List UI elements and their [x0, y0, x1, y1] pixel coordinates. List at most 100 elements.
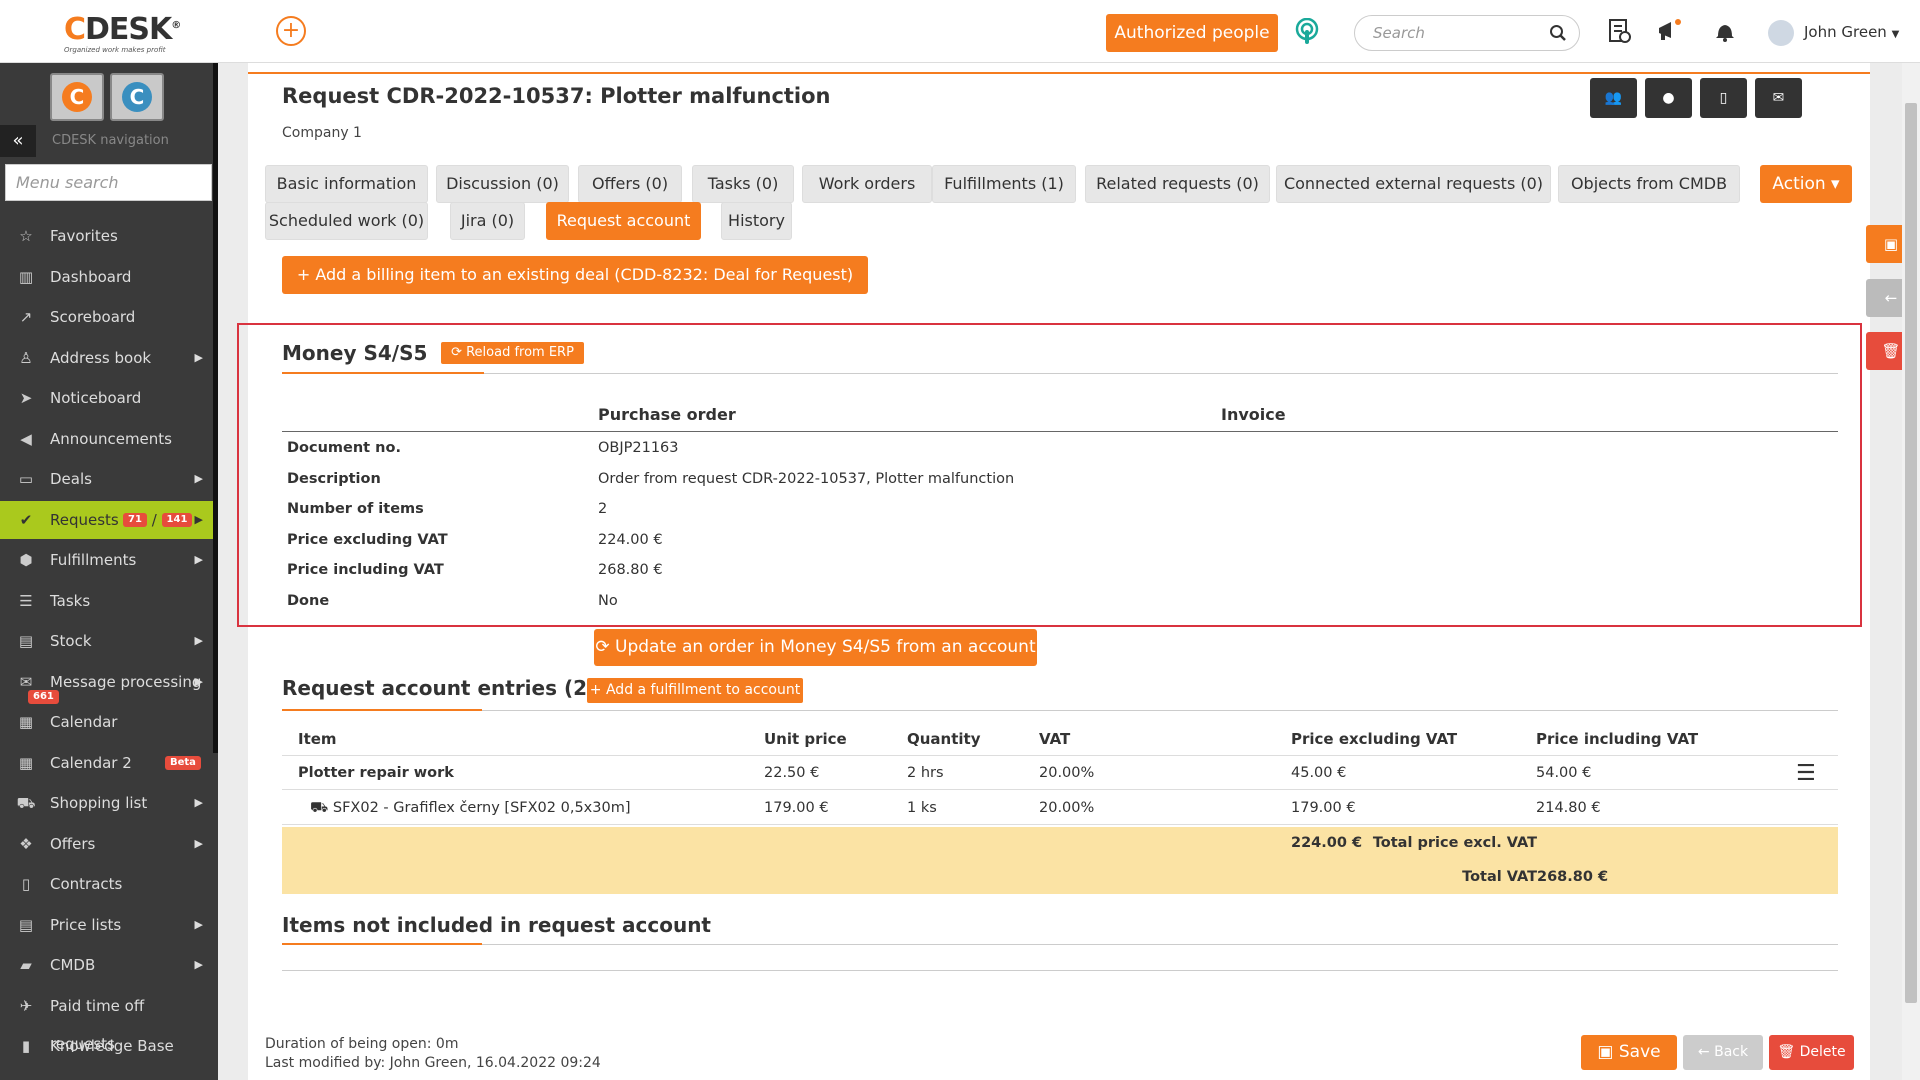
app-switch-secondary[interactable]: C — [110, 73, 164, 121]
sidebar-item-shopping-list[interactable]: ⛟ Shopping list ▶ — [0, 784, 213, 822]
entries-divider — [282, 709, 1838, 711]
row-menu-icon[interactable]: ☰ — [1796, 761, 1816, 786]
chevron-right-icon: ▶ — [194, 958, 203, 971]
sidebar-scrollbar[interactable] — [213, 63, 218, 753]
collapse-sidebar-button[interactable]: « — [0, 125, 36, 157]
entries-header-line — [282, 755, 1838, 756]
money-row-label: Price including VAT — [287, 562, 444, 578]
column-header: Quantity — [907, 730, 981, 748]
add-billing-item-button[interactable]: + Add a billing item to an existing deal… — [282, 256, 868, 294]
sidebar-item-label: CMDB — [50, 956, 96, 974]
sidebar-item-message-processing[interactable]: ✉ Message processing 661 ▶ — [0, 663, 213, 704]
sidebar-item-noticeboard[interactable]: ➤ Noticeboard — [0, 379, 213, 417]
page-scrollbar[interactable] — [1902, 63, 1920, 1080]
money-row-label: Done — [287, 592, 330, 609]
search-icon[interactable] — [1549, 24, 1567, 42]
row-divider — [282, 824, 1838, 825]
file-text-icon: ▤ — [18, 915, 34, 934]
sidebar-item-address-book[interactable]: ♙ Address book ▶ — [0, 339, 213, 377]
sidebar-item-label: Announcements — [50, 429, 172, 448]
tab-work-orders[interactable]: Work orders — [802, 165, 932, 203]
sidebar-item-favorites[interactable]: ☆ Favorites — [0, 217, 213, 255]
top-bar: CDESK® Organized work makes profit + Aut… — [0, 0, 1920, 63]
megaphone-icon: ◀ — [20, 429, 32, 448]
page-title: Request CDR-2022-10537: Plotter malfunct… — [282, 84, 831, 108]
sidebar-item-label: Dashboard — [50, 267, 132, 286]
app-switch-cdesk[interactable]: C — [50, 73, 104, 121]
podcast-icon[interactable] — [1294, 18, 1320, 46]
chevron-right-icon: ▶ — [194, 917, 203, 931]
tab-request-account[interactable]: Request account — [546, 202, 701, 240]
cell-item: ⛟ SFX02 - Grafiflex černy [SFX02 0,5x30m… — [310, 800, 631, 816]
column-header: Price excluding VAT — [1291, 730, 1458, 748]
authorized-people-button[interactable]: Authorized people — [1106, 14, 1278, 52]
column-header: Unit price — [764, 730, 847, 748]
sidebar-item-label: Stock — [50, 632, 92, 650]
tasks-icon: ☰ — [19, 591, 33, 610]
quick-add-button[interactable]: + — [276, 16, 306, 46]
mobile-button[interactable]: ▯ — [1700, 78, 1747, 118]
group-button[interactable]: 👥 — [1590, 78, 1637, 118]
search-input[interactable]: Search — [1354, 15, 1580, 51]
tab-jira-0[interactable]: Jira (0) — [450, 202, 525, 240]
tab-basic-information[interactable]: Basic information — [265, 165, 428, 203]
megaphone-icon[interactable] — [1656, 18, 1682, 44]
cell-vat: 20.00% — [1039, 800, 1095, 816]
tab-scheduled-work-0[interactable]: Scheduled work (0) — [265, 202, 428, 240]
sidebar-item-knowledge-base[interactable]: ▮ Knowledge Base — [0, 1027, 213, 1065]
add-fulfillment-button[interactable]: + Add a fulfillment to account — [587, 678, 803, 703]
sidebar-item-dashboard[interactable]: ▥ Dashboard — [0, 258, 213, 296]
sidebar-item-stock[interactable]: ▤ Stock ▶ — [0, 622, 213, 660]
save-button[interactable]: ▣ Save — [1581, 1035, 1677, 1070]
bell-icon[interactable] — [1712, 18, 1738, 44]
requests-badges: 71 / 141 — [123, 501, 193, 539]
tab-tasks-0[interactable]: Tasks (0) — [692, 165, 794, 203]
contact-button[interactable]: ● — [1645, 78, 1692, 118]
user-icon: ● — [1662, 90, 1675, 106]
tab-fulfillments-1[interactable]: Fulfillments (1) — [932, 165, 1076, 203]
sidebar-item-scoreboard[interactable]: ↗ Scoreboard — [0, 298, 213, 336]
tab-history[interactable]: History — [721, 202, 792, 240]
sidebar-item-offers[interactable]: ❖ Offers ▶ — [0, 825, 213, 863]
sidebar-item-cmdb[interactable]: ▰ CMDB ▶ — [0, 946, 213, 984]
sidebar-item-fulfillments[interactable]: ⬢ Fulfillments ▶ — [0, 541, 213, 579]
money-divider — [282, 372, 1838, 374]
sidebar-item-announcements[interactable]: ◀ Announcements — [0, 420, 213, 458]
back-button[interactable]: ← Back — [1683, 1035, 1763, 1070]
action-dropdown-button[interactable]: Action ▾ — [1760, 165, 1852, 203]
archive-icon: ▤ — [18, 632, 34, 650]
cart-icon: ⛟ — [310, 800, 333, 816]
tab-connected-external-requests-0[interactable]: Connected external requests (0) — [1276, 165, 1551, 203]
sidebar-item-deals[interactable]: ▭ Deals ▶ — [0, 460, 213, 498]
delete-button[interactable]: 🗑 Delete — [1769, 1035, 1854, 1070]
update-order-button[interactable]: ⟳ Update an order in Money S4/S5 from an… — [594, 629, 1037, 666]
sidebar-item-requests[interactable]: ✔ Requests 71 / 141 ▶ — [0, 500, 213, 539]
company-name: Company 1 — [282, 125, 362, 141]
tab-related-requests-0[interactable]: Related requests (0) — [1085, 165, 1270, 203]
user-menu[interactable]: John Green ▼ — [1768, 18, 1899, 46]
sidebar-item-paid-time-off-requests[interactable]: ✈ Paid time off requests — [0, 987, 213, 1053]
tab-offers-0[interactable]: Offers (0) — [578, 165, 682, 203]
reload-from-erp-button[interactable]: ⟳ Reload from ERP — [441, 342, 584, 364]
sidebar-item-calendar[interactable]: ▦ Calendar — [0, 703, 213, 741]
email-button[interactable]: ✉ — [1755, 78, 1802, 118]
report-icon[interactable] — [1606, 18, 1632, 44]
message-count-badge: 661 — [28, 689, 59, 704]
sidebar-item-price-lists[interactable]: ▤ Price lists ▶ — [0, 906, 213, 944]
avatar — [1768, 19, 1794, 46]
menu-search-input[interactable]: Menu search — [5, 164, 212, 201]
envelope-icon: ✉ — [1772, 90, 1785, 106]
tab-objects-from-cmdb[interactable]: Objects from CMDB — [1558, 165, 1740, 203]
envelope-icon: ✉ — [19, 672, 33, 691]
sidebar-item-tasks[interactable]: ☰ Tasks — [0, 582, 213, 620]
row-divider — [282, 789, 1838, 790]
sidebar-item-calendar-2[interactable]: ▦ Calendar 2 Beta — [0, 744, 213, 782]
chevron-right-icon: ▶ — [194, 553, 203, 566]
nav-label: CDESK navigation — [52, 133, 169, 148]
chevron-right-icon: ▶ — [194, 674, 203, 688]
purchase-order-header: Purchase order — [598, 405, 736, 424]
chevron-right-icon: ▶ — [194, 796, 203, 809]
sidebar-item-contracts[interactable]: ▯ Contracts — [0, 865, 213, 903]
cdesk-logo[interactable]: CDESK® Organized work makes profit — [64, 10, 194, 55]
tab-discussion-0[interactable]: Discussion (0) — [436, 165, 569, 203]
